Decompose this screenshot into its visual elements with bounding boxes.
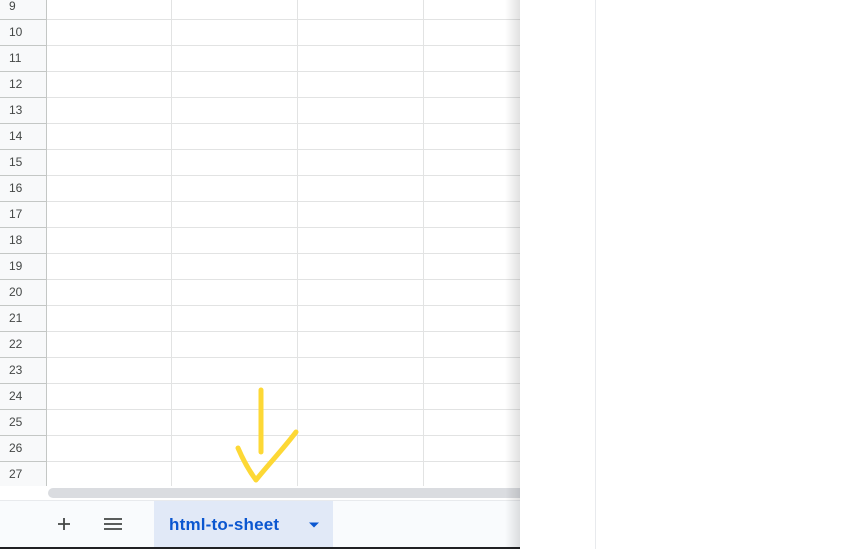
grid-cell[interactable]	[173, 202, 298, 227]
row-header[interactable]: 12	[0, 72, 47, 98]
grid-cell[interactable]	[299, 306, 424, 331]
grid-cell[interactable]	[47, 306, 172, 331]
grid-cell[interactable]	[299, 202, 424, 227]
row-header[interactable]: 23	[0, 358, 47, 384]
row-header[interactable]: 22	[0, 332, 47, 358]
grid-cell[interactable]	[47, 124, 172, 149]
grid-cell[interactable]	[299, 332, 424, 357]
grid-cell[interactable]	[299, 72, 424, 97]
hand-drawn-arrow-icon	[235, 387, 299, 483]
grid-cell[interactable]	[299, 462, 424, 486]
add-sheet-button[interactable]	[48, 508, 80, 540]
row-header[interactable]: 10	[0, 20, 47, 46]
grid-cell[interactable]	[173, 306, 298, 331]
grid-cell[interactable]	[299, 280, 424, 305]
row-header[interactable]: 20	[0, 280, 47, 306]
scroll-corner	[0, 486, 46, 500]
table-row: 13	[0, 98, 520, 124]
grid-cell[interactable]	[47, 254, 172, 279]
grid-cell[interactable]	[173, 176, 298, 201]
grid-cell[interactable]	[47, 20, 172, 45]
grid-cell[interactable]	[47, 46, 172, 71]
grid-cell[interactable]	[299, 254, 424, 279]
grid-cell[interactable]	[299, 176, 424, 201]
grid-cell[interactable]	[47, 98, 172, 123]
grid-cell[interactable]	[299, 124, 424, 149]
spreadsheet-window: 9 10 11 12 13 14 15 16 17 18 19 20 21 22 23 24 25 26 27 ht…	[0, 0, 848, 549]
grid-cell[interactable]	[173, 98, 298, 123]
grid-cell[interactable]	[173, 280, 298, 305]
table-row: 19	[0, 254, 520, 280]
row-header[interactable]: 9	[0, 0, 47, 20]
grid-cell[interactable]	[299, 20, 424, 45]
table-row: 16	[0, 176, 520, 202]
grid-cell[interactable]	[173, 20, 298, 45]
grid-cell[interactable]	[47, 332, 172, 357]
table-row: 12	[0, 72, 520, 98]
sheet-tab-html-to-sheet[interactable]: html-to-sheet	[154, 501, 333, 548]
plus-icon	[58, 518, 70, 530]
grid-cell[interactable]	[299, 410, 424, 435]
grid-cell[interactable]	[47, 228, 172, 253]
grid-cell[interactable]	[47, 72, 172, 97]
row-header[interactable]: 15	[0, 150, 47, 176]
grid-cell[interactable]	[299, 150, 424, 175]
grid-cell[interactable]	[47, 462, 172, 486]
row-header[interactable]: 14	[0, 124, 47, 150]
grid-cell[interactable]	[299, 98, 424, 123]
right-blank-panel	[520, 0, 848, 549]
grid-cell[interactable]	[47, 436, 172, 461]
panel-divider	[595, 0, 596, 549]
row-header[interactable]: 27	[0, 462, 47, 486]
row-header[interactable]: 25	[0, 410, 47, 436]
table-row: 20	[0, 280, 520, 306]
row-header[interactable]: 17	[0, 202, 47, 228]
grid-cell[interactable]	[173, 72, 298, 97]
row-header[interactable]: 21	[0, 306, 47, 332]
row-header[interactable]: 16	[0, 176, 47, 202]
table-row: 21	[0, 306, 520, 332]
row-header[interactable]: 13	[0, 98, 47, 124]
grid-cell[interactable]	[47, 280, 172, 305]
row-header[interactable]: 24	[0, 384, 47, 410]
grid-cell[interactable]	[299, 384, 424, 409]
grid-cell[interactable]	[173, 332, 298, 357]
row-header[interactable]: 26	[0, 436, 47, 462]
table-row: 15	[0, 150, 520, 176]
grid-cell[interactable]	[47, 0, 172, 19]
grid-cell[interactable]	[173, 46, 298, 71]
caret-down-icon[interactable]	[308, 521, 320, 529]
table-row: 18	[0, 228, 520, 254]
grid-cell[interactable]	[47, 176, 172, 201]
grid-cell[interactable]	[299, 228, 424, 253]
grid-cell[interactable]	[173, 0, 298, 19]
sheet-tab-bar: html-to-sheet	[0, 500, 520, 548]
table-row: 14	[0, 124, 520, 150]
table-row: 10	[0, 20, 520, 46]
grid-cell[interactable]	[47, 358, 172, 383]
table-row: 9	[0, 0, 520, 20]
grid-cell[interactable]	[299, 358, 424, 383]
table-row: 17	[0, 202, 520, 228]
panel-shadow	[505, 0, 520, 549]
grid-cell[interactable]	[47, 410, 172, 435]
all-sheets-button[interactable]	[97, 508, 129, 540]
table-row: 11	[0, 46, 520, 72]
table-row: 22	[0, 332, 520, 358]
grid-cell[interactable]	[47, 150, 172, 175]
grid-cell[interactable]	[173, 124, 298, 149]
grid-cell[interactable]	[47, 384, 172, 409]
grid-cell[interactable]	[299, 436, 424, 461]
grid-cell[interactable]	[173, 254, 298, 279]
grid-cell[interactable]	[299, 0, 424, 19]
menu-icon	[104, 518, 122, 530]
row-header[interactable]: 19	[0, 254, 47, 280]
row-header[interactable]: 18	[0, 228, 47, 254]
grid-cell[interactable]	[299, 46, 424, 71]
row-header[interactable]: 11	[0, 46, 47, 72]
grid-cell[interactable]	[173, 228, 298, 253]
grid-cell[interactable]	[173, 150, 298, 175]
sheet-tab-label: html-to-sheet	[169, 515, 280, 534]
grid-cell[interactable]	[47, 202, 172, 227]
